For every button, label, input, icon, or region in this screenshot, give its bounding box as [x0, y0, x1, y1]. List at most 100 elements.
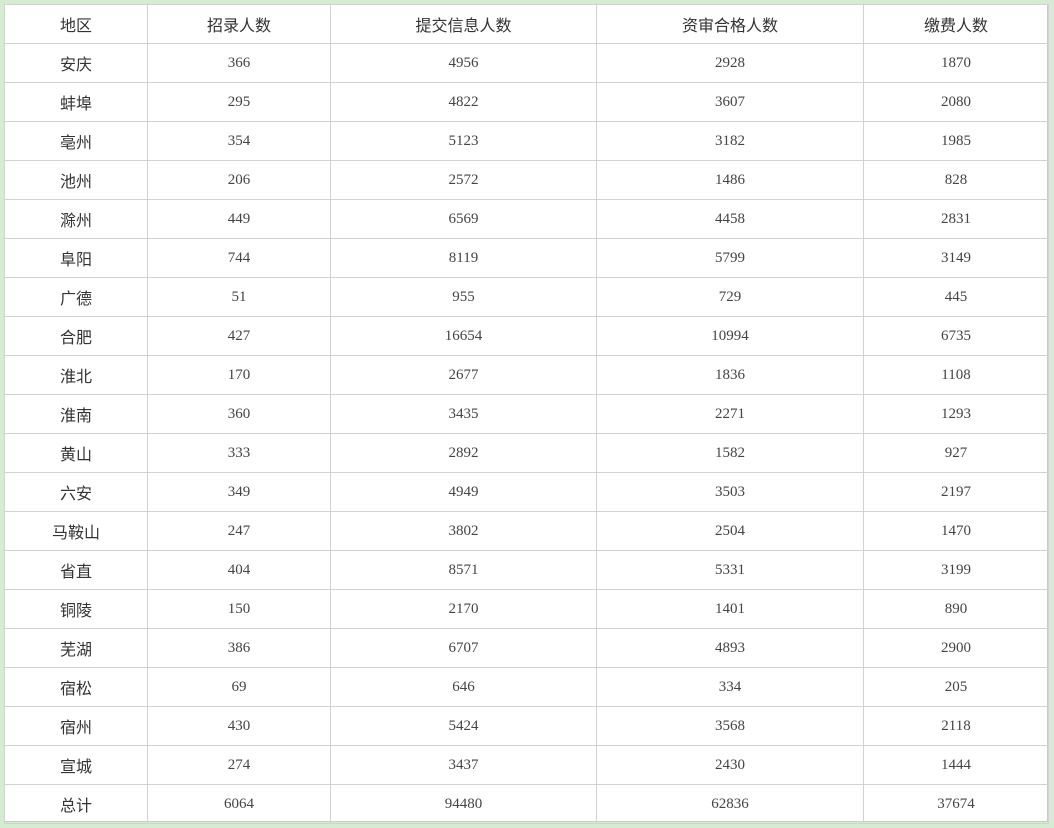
cell-recruited: 427	[147, 316, 331, 356]
table-row: 合肥 427 16654 10994 6735	[4, 316, 1049, 356]
cell-qualified: 1401	[596, 589, 864, 629]
table-row: 阜阳 744 8119 5799 3149	[4, 238, 1049, 278]
table-row: 广德 51 955 729 445	[4, 277, 1049, 317]
cell-region: 阜阳	[4, 238, 148, 278]
cell-qualified: 4893	[596, 628, 864, 668]
header-region: 地区	[4, 4, 148, 44]
cell-region: 淮北	[4, 355, 148, 395]
cell-region: 马鞍山	[4, 511, 148, 551]
table-row: 亳州 354 5123 3182 1985	[4, 121, 1049, 161]
cell-paid: 1293	[863, 394, 1049, 434]
table-row: 宿松 69 646 334 205	[4, 667, 1049, 707]
cell-qualified: 729	[596, 277, 864, 317]
cell-qualified: 5799	[596, 238, 864, 278]
header-qualified: 资审合格人数	[596, 4, 864, 44]
table-row: 芜湖 386 6707 4893 2900	[4, 628, 1049, 668]
cell-region: 宿松	[4, 667, 148, 707]
cell-recruited: 170	[147, 355, 331, 395]
cell-qualified: 10994	[596, 316, 864, 356]
cell-qualified: 62836	[596, 784, 864, 824]
cell-region: 池州	[4, 160, 148, 200]
cell-qualified: 3503	[596, 472, 864, 512]
cell-qualified: 3182	[596, 121, 864, 161]
cell-qualified: 3607	[596, 82, 864, 122]
cell-recruited: 366	[147, 43, 331, 83]
cell-recruited: 206	[147, 160, 331, 200]
cell-region: 芜湖	[4, 628, 148, 668]
cell-recruited: 449	[147, 199, 331, 239]
cell-recruited: 247	[147, 511, 331, 551]
table-row: 铜陵 150 2170 1401 890	[4, 589, 1049, 629]
cell-submitted: 2677	[330, 355, 597, 395]
cell-region: 合肥	[4, 316, 148, 356]
cell-paid: 2831	[863, 199, 1049, 239]
cell-submitted: 8119	[330, 238, 597, 278]
cell-recruited: 404	[147, 550, 331, 590]
cell-region: 蚌埠	[4, 82, 148, 122]
cell-submitted: 646	[330, 667, 597, 707]
cell-recruited: 386	[147, 628, 331, 668]
cell-paid: 890	[863, 589, 1049, 629]
cell-paid: 2197	[863, 472, 1049, 512]
cell-paid: 2900	[863, 628, 1049, 668]
cell-region: 安庆	[4, 43, 148, 83]
cell-recruited: 349	[147, 472, 331, 512]
cell-qualified: 2928	[596, 43, 864, 83]
cell-recruited: 69	[147, 667, 331, 707]
cell-paid: 2080	[863, 82, 1049, 122]
cell-region: 淮南	[4, 394, 148, 434]
cell-submitted: 8571	[330, 550, 597, 590]
cell-paid: 6735	[863, 316, 1049, 356]
table-row: 淮北 170 2677 1836 1108	[4, 355, 1049, 395]
cell-region: 亳州	[4, 121, 148, 161]
cell-recruited: 51	[147, 277, 331, 317]
table-body: 安庆 366 4956 2928 1870 蚌埠 295 4822 3607 2080 亳州 354 5…	[4, 43, 1049, 824]
cell-submitted: 6569	[330, 199, 597, 239]
cell-paid: 1444	[863, 745, 1049, 785]
cell-submitted: 3437	[330, 745, 597, 785]
recruitment-table: 地区 招录人数 提交信息人数 资审合格人数 缴费人数 安庆 366 4956 2928…	[4, 4, 1049, 824]
cell-region: 滁州	[4, 199, 148, 239]
cell-qualified: 2504	[596, 511, 864, 551]
cell-recruited: 744	[147, 238, 331, 278]
table-row: 蚌埠 295 4822 3607 2080	[4, 82, 1049, 122]
table-row: 六安 349 4949 3503 2197	[4, 472, 1049, 512]
cell-recruited: 430	[147, 706, 331, 746]
cell-submitted: 6707	[330, 628, 597, 668]
cell-region: 黄山	[4, 433, 148, 473]
cell-submitted: 2170	[330, 589, 597, 629]
cell-recruited: 6064	[147, 784, 331, 824]
cell-qualified: 5331	[596, 550, 864, 590]
table-row: 黄山 333 2892 1582 927	[4, 433, 1049, 473]
cell-submitted: 2892	[330, 433, 597, 473]
cell-recruited: 333	[147, 433, 331, 473]
cell-region: 总计	[4, 784, 148, 824]
cell-paid: 3149	[863, 238, 1049, 278]
cell-qualified: 4458	[596, 199, 864, 239]
cell-region: 六安	[4, 472, 148, 512]
cell-paid: 205	[863, 667, 1049, 707]
table-frame: 地区 招录人数 提交信息人数 资审合格人数 缴费人数 安庆 366 4956 2928…	[4, 4, 1049, 824]
cell-recruited: 150	[147, 589, 331, 629]
cell-paid: 37674	[863, 784, 1049, 824]
cell-qualified: 1486	[596, 160, 864, 200]
cell-submitted: 955	[330, 277, 597, 317]
cell-paid: 1985	[863, 121, 1049, 161]
header-paid: 缴费人数	[863, 4, 1049, 44]
header-recruited: 招录人数	[147, 4, 331, 44]
cell-paid: 1108	[863, 355, 1049, 395]
cell-paid: 1870	[863, 43, 1049, 83]
cell-region: 省直	[4, 550, 148, 590]
cell-paid: 2118	[863, 706, 1049, 746]
cell-paid: 1470	[863, 511, 1049, 551]
table-row: 宣城 274 3437 2430 1444	[4, 745, 1049, 785]
table-row: 安庆 366 4956 2928 1870	[4, 43, 1049, 83]
cell-paid: 3199	[863, 550, 1049, 590]
cell-submitted: 2572	[330, 160, 597, 200]
cell-submitted: 4949	[330, 472, 597, 512]
cell-qualified: 1836	[596, 355, 864, 395]
cell-recruited: 274	[147, 745, 331, 785]
cell-qualified: 2430	[596, 745, 864, 785]
cell-submitted: 3802	[330, 511, 597, 551]
cell-region: 宣城	[4, 745, 148, 785]
